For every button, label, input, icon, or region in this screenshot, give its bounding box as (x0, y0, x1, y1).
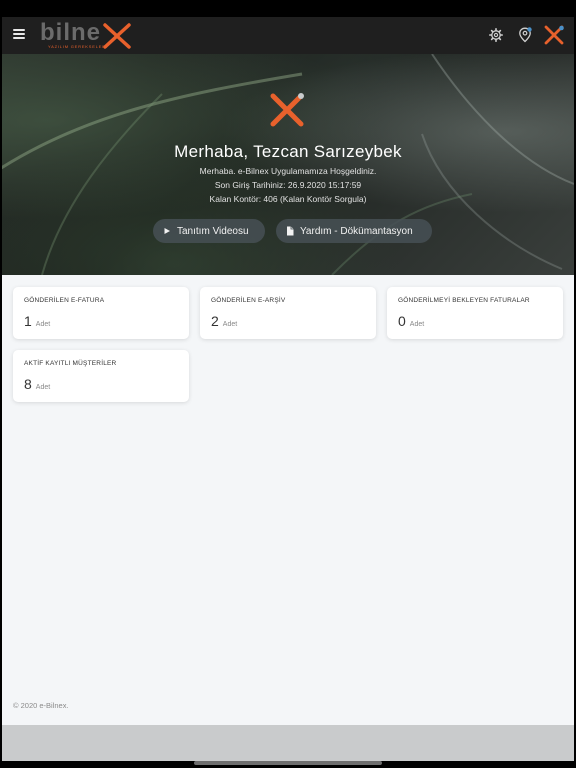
stat-card-value: 8 (24, 376, 32, 392)
app-screen: bilne YAZILIM GEREKSELERİ Merhaba, Tezca… (2, 17, 574, 761)
stat-card-label: GÖNDERİLEN E-ARŞİV (211, 297, 286, 304)
help-docs-button[interactable]: Yardım - Dökümantasyon (276, 219, 432, 243)
stat-card-pending-invoices[interactable]: GÖNDERİLMEYİ BEKLEYEN FATURALAR 0 Adet (387, 287, 563, 339)
help-docs-label: Yardım - Dökümantasyon (300, 225, 413, 237)
stat-card-label: AKTİF KAYITLI MÜŞTERİLER (24, 360, 117, 367)
welcome-text: Merhaba. e-Bilnex Uygulamamıza Hoşgeldin… (199, 166, 377, 176)
hero-content: Merhaba, Tezcan Sarızeybek Merhaba. e-Bi… (2, 54, 574, 275)
document-icon (287, 226, 294, 236)
intro-video-label: Tanıtım Videosu (177, 225, 249, 237)
stat-card-unit: Adet (35, 321, 51, 328)
stat-card-sent-einvoice[interactable]: GÖNDERİLEN E-FATURA 1 Adet (13, 287, 189, 339)
bilnex-logo[interactable]: bilne YAZILIM GEREKSELERİ (40, 21, 135, 51)
top-bar: bilne YAZILIM GEREKSELERİ (2, 17, 574, 54)
stat-card-label: GÖNDERİLMEYİ BEKLEYEN FATURALAR (398, 297, 530, 304)
home-indicator[interactable] (194, 761, 382, 765)
greeting-title: Merhaba, Tezcan Sarızeybek (174, 142, 402, 161)
hero-logo-icon (270, 93, 304, 127)
stat-card-active-customers[interactable]: AKTİF KAYITLI MÜŞTERİLER 8 Adet (13, 350, 189, 402)
logo-tagline: YAZILIM GEREKSELERİ (48, 44, 108, 49)
footer-bar (2, 725, 574, 761)
stat-card-value: 0 (398, 313, 406, 329)
location-icon[interactable] (515, 25, 535, 45)
stat-card-value: 1 (24, 313, 32, 329)
play-icon (164, 228, 170, 234)
stat-card-unit: Adet (409, 321, 425, 328)
gear-icon[interactable] (486, 25, 506, 45)
logo-brand: bilne (40, 19, 102, 46)
copyright-text: © 2020 e-Bilnex. (13, 701, 69, 710)
menu-icon[interactable] (13, 29, 25, 39)
last-login-text: Son Giriş Tarihiniz: 26.9.2020 15:17:59 (214, 180, 362, 190)
top-icons (486, 25, 564, 45)
stat-card-unit: Adet (222, 321, 238, 328)
intro-video-button[interactable]: Tanıtım Videosu (153, 219, 265, 243)
stat-card-label: GÖNDERİLEN E-FATURA (24, 297, 105, 304)
hero-banner: Merhaba, Tezcan Sarızeybek Merhaba. e-Bi… (2, 54, 574, 275)
stat-card-unit: Adet (35, 384, 51, 391)
stat-card-value: 2 (211, 313, 219, 329)
stat-card-sent-earchive[interactable]: GÖNDERİLEN E-ARŞİV 2 Adet (200, 287, 376, 339)
credit-text[interactable]: Kalan Kontör: 406 (Kalan Kontör Sorgula) (2, 194, 574, 204)
bilnex-x-icon[interactable] (544, 25, 564, 45)
